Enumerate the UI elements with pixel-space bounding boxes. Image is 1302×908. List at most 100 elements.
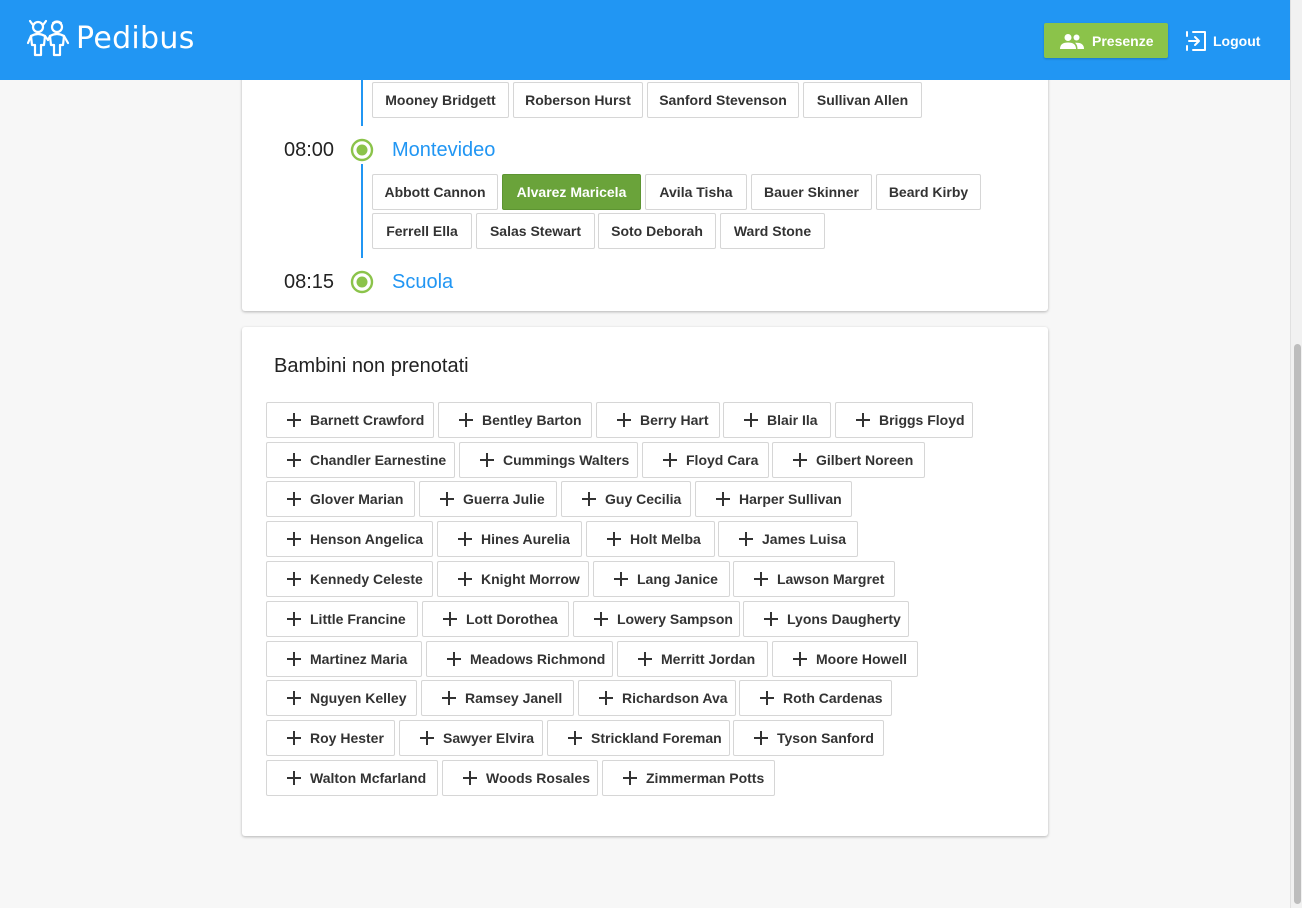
- add-child-chip[interactable]: Knight Morrow: [437, 561, 589, 597]
- add-child-chip[interactable]: Guy Cecilia: [561, 481, 691, 517]
- plus-icon: [287, 413, 301, 427]
- add-child-label: Harper Sullivan: [739, 491, 842, 507]
- child-chip[interactable]: Abbott Cannon: [372, 174, 498, 210]
- children-logo-icon: [26, 19, 70, 57]
- add-child-chip[interactable]: Roth Cardenas: [739, 680, 892, 716]
- add-child-chip[interactable]: Walton Mcfarland: [266, 760, 438, 796]
- add-child-chip[interactable]: James Luisa: [718, 521, 858, 557]
- child-chip-selected[interactable]: Alvarez Maricela: [502, 174, 641, 210]
- plus-icon: [764, 612, 778, 626]
- plus-icon: [420, 731, 434, 745]
- plus-icon: [607, 532, 621, 546]
- add-child-chip[interactable]: Lott Dorothea: [422, 601, 569, 637]
- add-child-label: Lang Janice: [637, 571, 718, 587]
- add-child-label: Roy Hester: [310, 730, 384, 746]
- add-child-chip[interactable]: Richardson Ava: [578, 680, 736, 716]
- add-child-chip[interactable]: Moore Howell: [772, 641, 918, 677]
- child-chip[interactable]: Salas Stewart: [476, 213, 595, 249]
- add-child-chip[interactable]: Woods Rosales: [442, 760, 598, 796]
- add-child-label: Knight Morrow: [481, 571, 580, 587]
- add-child-label: Guy Cecilia: [605, 491, 682, 507]
- add-child-chip[interactable]: Lang Janice: [593, 561, 730, 597]
- add-child-chip[interactable]: Harper Sullivan: [695, 481, 852, 517]
- plus-icon: [459, 413, 473, 427]
- add-child-label: Moore Howell: [816, 651, 908, 667]
- app-title: Pedibus: [76, 20, 195, 56]
- child-chip[interactable]: Beard Kirby: [876, 174, 981, 210]
- add-child-chip[interactable]: Merritt Jordan: [617, 641, 768, 677]
- add-child-chip[interactable]: Holt Melba: [586, 521, 715, 557]
- add-child-label: Zimmerman Potts: [646, 770, 765, 786]
- add-child-label: Roth Cardenas: [783, 690, 883, 706]
- plus-icon: [568, 731, 582, 745]
- add-child-chip[interactable]: Chandler Earnestine: [266, 442, 455, 478]
- add-child-chip[interactable]: Little Francine: [266, 601, 418, 637]
- add-child-chip[interactable]: Barnett Crawford: [266, 402, 434, 438]
- plus-icon: [458, 532, 472, 546]
- add-child-label: James Luisa: [762, 531, 847, 547]
- add-child-label: Briggs Floyd: [879, 412, 965, 428]
- plus-icon: [716, 492, 730, 506]
- add-child-chip[interactable]: Cummings Walters: [459, 442, 638, 478]
- add-child-chip[interactable]: Roy Hester: [266, 720, 395, 756]
- plus-icon: [287, 731, 301, 745]
- add-child-chip[interactable]: Lowery Sampson: [573, 601, 740, 637]
- unbooked-card: Bambini non prenotati Barnett Crawford Be…: [242, 327, 1048, 836]
- add-child-chip[interactable]: Floyd Cara: [642, 442, 769, 478]
- add-child-chip[interactable]: Lawson Margret: [733, 561, 895, 597]
- add-child-label: Chandler Earnestine: [310, 452, 447, 468]
- timeline-line: [361, 80, 363, 126]
- add-child-label: Merritt Jordan: [661, 651, 756, 667]
- plus-icon: [739, 532, 753, 546]
- add-child-chip[interactable]: Berry Hart: [596, 402, 720, 438]
- plus-icon: [463, 771, 477, 785]
- child-chip[interactable]: Sullivan Allen: [803, 82, 922, 118]
- stop-name[interactable]: Montevideo: [392, 139, 495, 162]
- add-child-chip[interactable]: Lyons Daugherty: [743, 601, 909, 637]
- child-chip[interactable]: Avila Tisha: [645, 174, 747, 210]
- add-child-chip[interactable]: Henson Angelica: [266, 521, 433, 557]
- add-child-label: Lowery Sampson: [617, 611, 733, 627]
- add-child-chip[interactable]: Guerra Julie: [419, 481, 557, 517]
- plus-icon: [480, 453, 494, 467]
- add-child-label: Blair Ila: [767, 412, 818, 428]
- add-child-chip[interactable]: Sawyer Elvira: [399, 720, 543, 756]
- add-child-label: Tyson Sanford: [777, 730, 874, 746]
- add-child-chip[interactable]: Gilbert Noreen: [772, 442, 925, 478]
- add-child-label: Meadows Richmond: [470, 651, 606, 667]
- add-child-chip[interactable]: Briggs Floyd: [835, 402, 973, 438]
- child-chip[interactable]: Soto Deborah: [598, 213, 716, 249]
- child-chip[interactable]: Roberson Hurst: [513, 82, 643, 118]
- add-child-chip[interactable]: Glover Marian: [266, 481, 415, 517]
- child-chip[interactable]: Mooney Bridgett: [372, 82, 509, 118]
- scrollbar-thumb[interactable]: [1294, 344, 1301, 904]
- add-child-chip[interactable]: Nguyen Kelley: [266, 680, 417, 716]
- presenze-button[interactable]: Presenze: [1044, 23, 1168, 58]
- plus-icon: [754, 572, 768, 586]
- stop-name[interactable]: Scuola: [392, 271, 453, 294]
- app-toolbar: Pedibus Presenze Logout: [0, 0, 1290, 80]
- plus-icon: [856, 413, 870, 427]
- add-child-chip[interactable]: Hines Aurelia: [437, 521, 582, 557]
- add-child-chip[interactable]: Blair Ila: [723, 402, 831, 438]
- add-child-chip[interactable]: Kennedy Celeste: [266, 561, 433, 597]
- add-child-chip[interactable]: Strickland Foreman: [547, 720, 730, 756]
- add-child-label: Strickland Foreman: [591, 730, 722, 746]
- add-child-chip[interactable]: Martinez Maria: [266, 641, 422, 677]
- add-child-chip[interactable]: Bentley Barton: [438, 402, 592, 438]
- plus-icon: [793, 652, 807, 666]
- child-chip[interactable]: Ferrell Ella: [372, 213, 472, 249]
- child-chip[interactable]: Bauer Skinner: [751, 174, 872, 210]
- brand[interactable]: Pedibus: [26, 18, 195, 58]
- plus-icon: [287, 691, 301, 705]
- presenze-label: Presenze: [1092, 32, 1154, 49]
- add-child-chip[interactable]: Tyson Sanford: [733, 720, 884, 756]
- child-chip[interactable]: Ward Stone: [720, 213, 825, 249]
- logout-button[interactable]: Logout: [1180, 23, 1260, 58]
- people-icon: [1060, 33, 1084, 49]
- child-chip[interactable]: Sanford Stevenson: [647, 82, 799, 118]
- add-child-chip[interactable]: Meadows Richmond: [426, 641, 613, 677]
- add-child-chip[interactable]: Ramsey Janell: [421, 680, 574, 716]
- add-child-chip[interactable]: Zimmerman Potts: [602, 760, 775, 796]
- page-scrollbar[interactable]: [1290, 0, 1302, 908]
